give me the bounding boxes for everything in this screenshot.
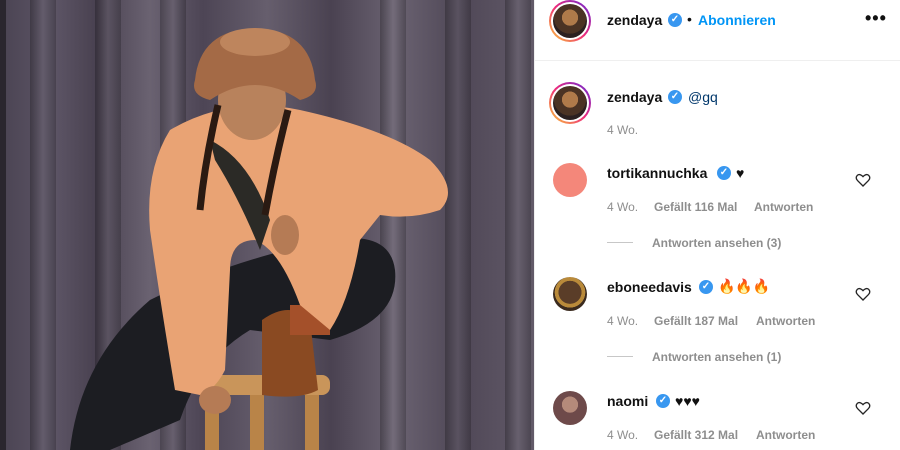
commenter-avatar[interactable] [553, 277, 587, 311]
post-photo[interactable] [0, 0, 534, 450]
commenter-avatar[interactable] [553, 163, 587, 197]
hat-pattern [220, 28, 290, 56]
instagram-post-window: zendaya ✓ • Abonnieren ••• zendaya ✓ @gq… [0, 0, 900, 450]
separator-dot: • [687, 11, 692, 27]
caption-mention-link[interactable]: @gq [688, 89, 718, 105]
author-username[interactable]: zendaya [607, 12, 662, 28]
verified-badge-icon: ✓ [699, 280, 713, 294]
author-avatar[interactable] [549, 0, 591, 42]
view-replies-button[interactable]: Antworten ansehen (3) [652, 236, 781, 250]
hand [199, 386, 231, 414]
commenter-avatar[interactable] [553, 391, 587, 425]
heart-icon[interactable] [855, 172, 871, 188]
heart-icon[interactable] [855, 400, 871, 416]
stool-leg [250, 395, 264, 450]
reply-button[interactable]: Antworten [754, 200, 813, 214]
comment-text: ♥ [736, 165, 745, 181]
comment-author[interactable]: eboneedavis [607, 279, 692, 295]
reply-button[interactable]: Antworten [756, 428, 815, 442]
view-replies-button[interactable]: Antworten ansehen (1) [652, 350, 781, 364]
comment-author[interactable]: tortikannuchka [607, 165, 707, 181]
hand [271, 215, 299, 255]
reply-line [607, 356, 633, 357]
heart-icon[interactable] [855, 286, 871, 302]
photo-subject-illustration [70, 28, 448, 450]
post-sidebar: zendaya ✓ • Abonnieren ••• zendaya ✓ @gq… [534, 0, 900, 450]
comment-likes[interactable]: Gefällt 187 Mal [654, 314, 738, 328]
reply-button[interactable]: Antworten [756, 314, 815, 328]
stool-leg [305, 395, 319, 450]
verified-badge-icon: ✓ [668, 13, 682, 27]
comment-text: ♥♥♥ [675, 393, 700, 409]
verified-badge-icon: ✓ [656, 394, 670, 408]
caption-author-avatar[interactable] [549, 82, 591, 124]
comment-likes[interactable]: Gefällt 312 Mal [654, 428, 738, 442]
post-header: zendaya ✓ • Abonnieren ••• [535, 0, 900, 61]
more-options-icon[interactable]: ••• [865, 8, 887, 29]
reply-line [607, 242, 633, 243]
follow-button[interactable]: Abonnieren [698, 12, 776, 28]
comment-age[interactable]: 4 Wo. [607, 200, 638, 214]
comment-age[interactable]: 4 Wo. [607, 428, 638, 442]
verified-badge-icon: ✓ [668, 90, 682, 104]
caption-author[interactable]: zendaya [607, 89, 662, 105]
comment-author[interactable]: naomi [607, 393, 648, 409]
caption-age[interactable]: 4 Wo. [607, 123, 638, 137]
comment-age[interactable]: 4 Wo. [607, 314, 638, 328]
comment-likes[interactable]: Gefällt 116 Mal [654, 200, 737, 214]
verified-badge-icon: ✓ [717, 166, 731, 180]
comment-text: 🔥🔥🔥 [718, 278, 771, 294]
